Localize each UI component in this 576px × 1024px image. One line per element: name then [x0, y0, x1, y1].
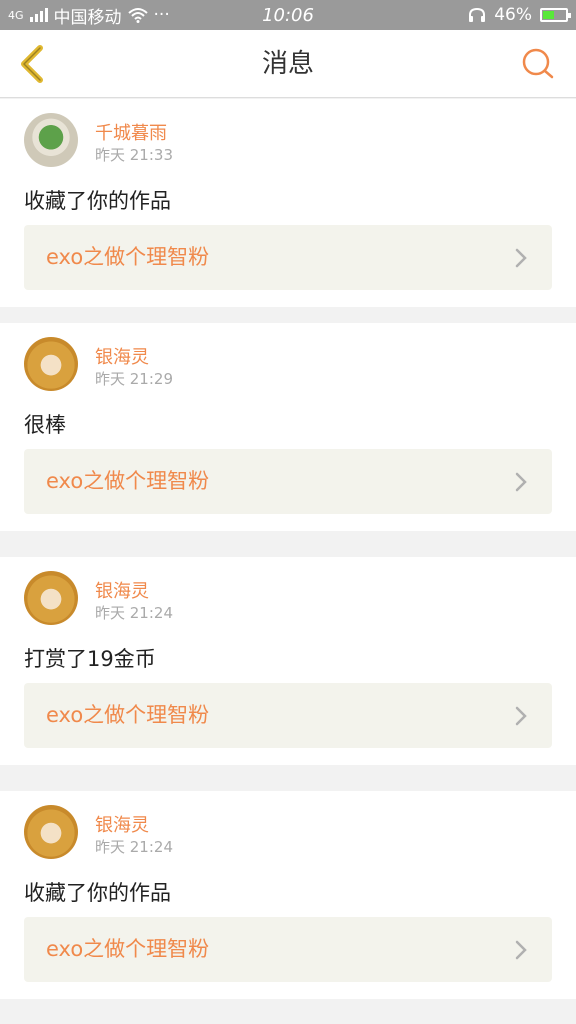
battery-percent: 46% [494, 5, 532, 25]
user-name[interactable]: 银海灵 [95, 577, 149, 603]
avatar[interactable] [24, 571, 78, 625]
headset-icon [469, 7, 486, 22]
message-time: 昨天 21:29 [95, 370, 173, 388]
network-type: 4G [8, 8, 24, 22]
divider [0, 307, 576, 323]
message-time: 昨天 21:24 [95, 838, 173, 856]
status-time: 10:06 [262, 4, 314, 26]
carrier-name: 中国移动 [53, 7, 122, 28]
page-title: 消息 [261, 49, 314, 79]
user-name[interactable]: 千城暮雨 [95, 119, 167, 145]
user-name[interactable]: 银海灵 [95, 811, 149, 837]
chevron-right-icon [515, 706, 527, 726]
wifi-icon [127, 8, 148, 23]
message-card: 银海灵 昨天 21:24 收藏了你的作品 exo之做个理智粉 [0, 791, 576, 999]
work-title: exo之做个理智粉 [46, 937, 210, 961]
nav-bar: 消息 [0, 30, 576, 98]
message-card: 千城暮雨 昨天 21:33 收藏了你的作品 exo之做个理智粉 [0, 99, 576, 307]
divider [0, 541, 576, 557]
message-time: 昨天 21:24 [95, 604, 173, 622]
chevron-right-icon [515, 248, 527, 268]
work-title: exo之做个理智粉 [46, 703, 210, 727]
message-text: 打赏了19金币 [24, 647, 156, 671]
message-card: 银海灵 昨天 21:24 打赏了19金币 exo之做个理智粉 [0, 557, 576, 765]
message-time: 昨天 21:33 [95, 146, 173, 164]
avatar[interactable] [24, 113, 78, 167]
search-icon[interactable] [520, 46, 556, 82]
work-link[interactable]: exo之做个理智粉 [24, 449, 552, 514]
message-text: 收藏了你的作品 [24, 881, 171, 905]
work-link[interactable]: exo之做个理智粉 [24, 225, 552, 290]
more-indicator: ··· [153, 5, 170, 25]
divider [0, 775, 576, 791]
work-title: exo之做个理智粉 [46, 245, 210, 269]
signal-icon [29, 8, 48, 22]
work-title: exo之做个理智粉 [46, 469, 210, 493]
message-text: 很棒 [24, 413, 66, 437]
chevron-right-icon [515, 940, 527, 960]
chevron-right-icon [515, 472, 527, 492]
battery-icon [540, 8, 571, 22]
user-name[interactable]: 银海灵 [95, 343, 149, 369]
message-text: 收藏了你的作品 [24, 189, 171, 213]
message-card: 银海灵 昨天 21:29 很棒 exo之做个理智粉 [0, 323, 576, 531]
status-bar: 4G 中国移动 ··· 10:06 46% [0, 0, 576, 30]
avatar[interactable] [24, 337, 78, 391]
work-link[interactable]: exo之做个理智粉 [24, 917, 552, 982]
avatar[interactable] [24, 805, 78, 859]
work-link[interactable]: exo之做个理智粉 [24, 683, 552, 748]
